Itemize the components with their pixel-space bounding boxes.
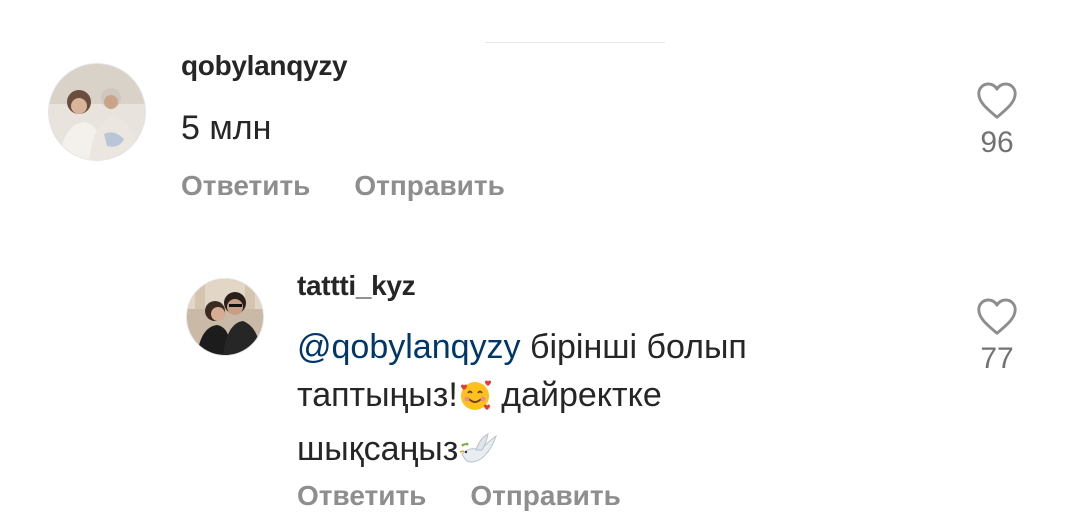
reply-button[interactable]: Ответить (297, 480, 426, 512)
text-segment: бірінші болып (520, 328, 747, 366)
like-count: 96 (980, 126, 1014, 159)
like-control: 77 (967, 296, 1027, 376)
text-segment: дайректке (491, 376, 662, 414)
smiling-face-with-hearts-icon (458, 377, 492, 425)
reply-comment-item: tattti_kyz @qobylanqyzy бірінші болып та… (0, 240, 1080, 526)
comment-username[interactable]: tattti_kyz (297, 270, 416, 302)
like-control: 96 (967, 80, 1027, 160)
mention-link[interactable]: @qobylanqyzy (297, 328, 521, 366)
comment-actions: Ответить Отправить (297, 480, 621, 512)
comment-actions: Ответить Отправить (181, 170, 505, 202)
avatar[interactable] (186, 278, 264, 356)
send-button[interactable]: Отправить (354, 170, 504, 202)
dove-icon (458, 431, 498, 479)
text-segment: таптыңыз! (297, 376, 458, 414)
comment-text: @qobylanqyzy бірінші болып таптыңыз! дай… (297, 323, 917, 479)
heart-outline-icon[interactable] (967, 80, 1027, 120)
text-segment: шықсаңыз (297, 430, 459, 468)
reply-button[interactable]: Ответить (181, 170, 310, 202)
comment-username[interactable]: qobylanqyzy (181, 50, 348, 82)
avatar[interactable] (48, 63, 146, 161)
heart-outline-icon[interactable] (967, 296, 1027, 336)
comment-text: 5 млн (181, 109, 272, 147)
like-count: 77 (980, 342, 1014, 375)
send-button[interactable]: Отправить (470, 480, 620, 512)
comment-item: qobylanqyzy 5 млн Ответить Отправить 96 (0, 0, 1080, 220)
